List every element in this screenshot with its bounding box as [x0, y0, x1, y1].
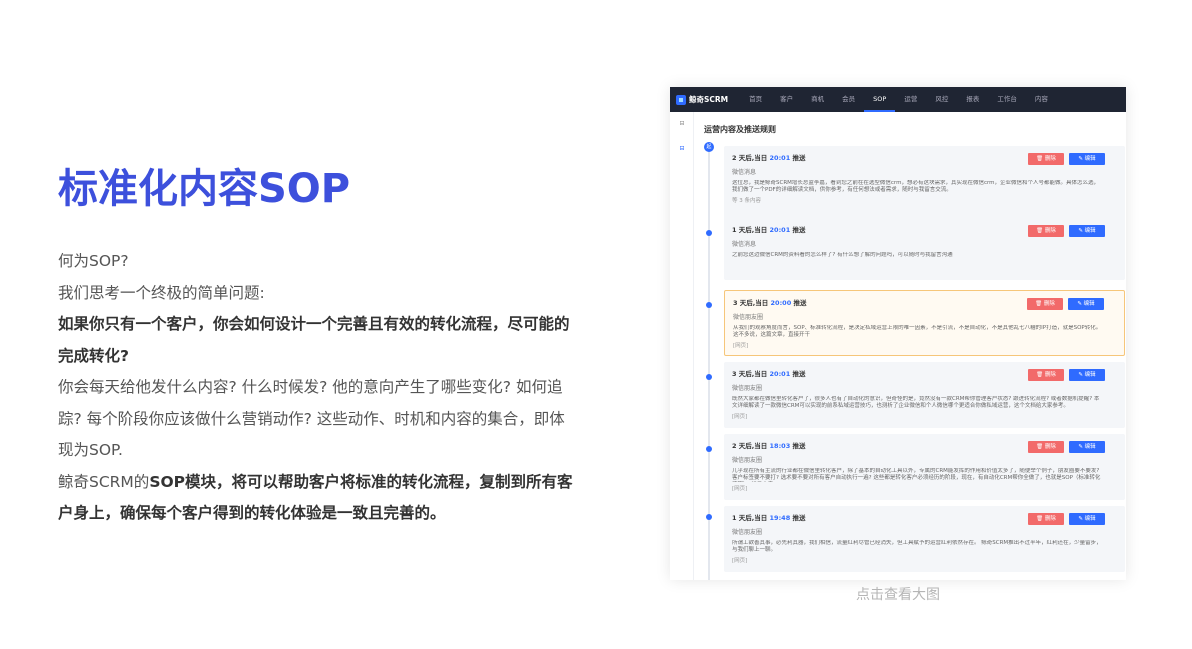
nav-item-members[interactable]: 会员: [833, 87, 864, 112]
card-message: 既然大家都在做信里转化客户了，很多人也有了自动化的意识，但奇怪的是，竟然没有一款…: [732, 396, 1100, 409]
list-icon-active[interactable]: ⊟: [678, 145, 686, 153]
card-action: 推送: [792, 514, 806, 522]
card-message: 这位总，我是鲸奇SCRM增长总监李嘉，看到您之前在在选型微信crm，想必有这块需…: [732, 180, 1099, 193]
hero-section: 标准化内容SOP 何为SOP? 我们思考一个终极的简单问题: 如果你只有一个客户…: [58, 162, 598, 530]
nav-item-operations[interactable]: 运营: [895, 87, 926, 112]
delete-button[interactable]: 🗑 删除: [1028, 153, 1064, 165]
edit-button[interactable]: ✎ 编辑: [1068, 298, 1104, 310]
timeline-start-icon: 起: [704, 142, 714, 152]
card-action: 推送: [792, 442, 806, 450]
nav-item-content[interactable]: 内容: [1026, 87, 1057, 112]
card-days: 1 天后,当日: [732, 514, 768, 522]
hero-line: 踪? 每个阶段你应该做什么营销动作? 这些动作、时机和内容的集合，即体: [58, 409, 565, 428]
card-channel: 微信消息: [732, 169, 757, 176]
edit-button[interactable]: ✎ 编辑: [1069, 153, 1105, 165]
hero-line: 我们思考一个终极的简单问题:: [58, 283, 265, 302]
card-days: 3 天后,当日: [732, 370, 768, 378]
hero-line-bold: SOP模块，将可以帮助客户将标准的转化流程，复制到所有客: [149, 472, 573, 491]
delete-button[interactable]: 🗑 删除: [1028, 369, 1064, 381]
timeline-dot: [706, 374, 712, 380]
card-action: 推送: [793, 299, 807, 307]
delete-button[interactable]: 🗑 删除: [1028, 225, 1064, 237]
card-days: 2 天后,当日: [732, 154, 768, 162]
hero-title: 标准化内容SOP: [58, 166, 351, 212]
card-channel: 微信消息: [732, 241, 757, 248]
card-channel: 微信朋友圈: [732, 385, 763, 392]
card-days: 1 天后,当日: [732, 226, 768, 234]
card-action: 推送: [792, 370, 806, 378]
card-message: 之前您这边微信CRM的资料看的怎么样了? 有什么想了解的问题吗，可以随时与我留言…: [732, 252, 953, 258]
hero-line: 如果你只有一个客户，你会如何设计一个完善且有效的转化流程，尽可能的: [58, 309, 598, 341]
card-message: 几乎现在所有主流的行业都在微信里转化客户，除了基本的自动化工具以外，专属的CRM…: [732, 468, 1101, 481]
nav-item-opportunities[interactable]: 商机: [802, 87, 833, 112]
card-message: 所谓工欲善其事，必先利其器，我们相信，流量红利尽管已经消失，但工具赋予的运营红利…: [732, 540, 1102, 553]
hero-line: 现为SOP.: [58, 441, 123, 459]
card-footer: [网页]: [733, 343, 749, 349]
hero-line: 何为SOP?: [58, 252, 129, 270]
logo-icon: [676, 94, 686, 105]
hero-line-bold: 户身上，确保每个客户得到的转化体验是一致且完善的。: [58, 504, 446, 522]
card-days: 2 天后,当日: [732, 442, 768, 450]
timeline-dot: [706, 230, 712, 236]
app-body: ⊟ ⊟ 运营内容及推送规则 起 2 天后,当日 20:01 推送 微信消息 这位…: [670, 112, 1126, 580]
card-footer: 等 3 条内容: [732, 198, 761, 204]
view-larger-link[interactable]: 点击查看大图: [670, 584, 1126, 604]
nav-item-home[interactable]: 首页: [740, 87, 771, 112]
card-time: 20:01: [769, 370, 791, 378]
card-footer: [网页]: [732, 414, 748, 420]
hero-line: 你会每天给他发什么内容? 什么时候发? 他的意向产生了哪些变化? 如何追: [58, 378, 563, 396]
hero-line-bold: 如果你只有一个客户，你会如何设计一个完善且有效的转化流程，尽可能的: [58, 315, 570, 333]
edit-button[interactable]: ✎ 编辑: [1069, 225, 1105, 237]
app-logo: 鲸奇SCRM: [676, 94, 728, 105]
sop-card: 1 天后,当日 20:01 推送 微信消息 之前您这边微信CRM的资料看的怎么样…: [724, 218, 1125, 280]
delete-button[interactable]: 🗑 删除: [1028, 513, 1064, 525]
timeline-dot: [706, 302, 712, 308]
card-channel: 微信朋友圈: [733, 314, 764, 321]
timeline-dot: [706, 514, 712, 520]
nav-item-customers[interactable]: 客户: [771, 87, 802, 112]
edit-button[interactable]: ✎ 编辑: [1069, 513, 1105, 525]
hero-line-bold: 完成转化?: [58, 346, 129, 365]
list-icon[interactable]: ⊟: [678, 120, 686, 128]
card-footer: [网页]: [732, 486, 748, 492]
card-days: 3 天后,当日: [733, 299, 769, 307]
logo-text: 鲸奇SCRM: [689, 95, 729, 104]
sop-card-selected: 3 天后,当日 20:00 推送 微信朋友圈 从我们的观察角度而言，SOP、标准…: [724, 290, 1125, 356]
sidebar: ⊟ ⊟: [670, 112, 694, 580]
card-time: 19:48: [769, 514, 791, 522]
sop-screenshot-preview[interactable]: 鲸奇SCRM 首页 客户 商机 会员 SOP 运营 风控 报表 工作台 内容 ⊟…: [670, 87, 1126, 580]
card-time: 20:00: [770, 299, 792, 307]
nav-item-risk[interactable]: 风控: [926, 87, 957, 112]
nav-item-workbench[interactable]: 工作台: [988, 87, 1026, 112]
card-time: 20:01: [769, 154, 791, 162]
nav-item-sop[interactable]: SOP: [864, 87, 896, 112]
sop-card: 2 天后,当日 18:03 推送 微信朋友圈 几乎现在所有主流的行业都在微信里转…: [724, 434, 1125, 500]
hero-line-plain: 鲸奇SCRM的: [58, 472, 150, 491]
edit-button[interactable]: ✎ 编辑: [1069, 369, 1105, 381]
hero-line: 鲸奇SCRM的SOP模块，将可以帮助客户将标准的转化流程，复制到所有客: [58, 467, 598, 499]
card-footer: [网页]: [732, 558, 748, 564]
card-channel: 微信朋友圈: [732, 457, 763, 464]
card-time: 18:03: [769, 442, 791, 450]
hero-line: 户身上，确保每个客户得到的转化体验是一致且完善的。: [58, 498, 598, 530]
hero-description: 何为SOP? 我们思考一个终极的简单问题: 如果你只有一个客户，你会如何设计一个…: [58, 246, 598, 530]
sop-card: 1 天后,当日 19:48 推送 微信朋友圈 所谓工欲善其事，必先利其器，我们相…: [724, 506, 1125, 572]
card-action: 推送: [792, 154, 806, 162]
hero-line: 完成转化?: [58, 341, 598, 373]
card-message: 从我们的观察角度而言，SOP、标准转化流程，是决定私域运营上限的唯一因素，不是引…: [733, 325, 1102, 338]
nav-item-reports[interactable]: 报表: [957, 87, 988, 112]
edit-button[interactable]: ✎ 编辑: [1069, 441, 1105, 453]
delete-button[interactable]: 🗑 删除: [1028, 441, 1064, 453]
timeline-dot: [706, 446, 712, 452]
card-channel: 微信朋友圈: [732, 529, 763, 536]
delete-button[interactable]: 🗑 删除: [1027, 298, 1063, 310]
card-action: 推送: [792, 226, 806, 234]
sop-card: 3 天后,当日 20:01 推送 微信朋友圈 既然大家都在做信里转化客户了，很多…: [724, 362, 1125, 428]
section-title: 运营内容及推送规则: [704, 125, 776, 134]
top-navbar: 鲸奇SCRM 首页 客户 商机 会员 SOP 运营 风控 报表 工作台 内容: [670, 87, 1126, 112]
card-time: 20:01: [769, 226, 791, 234]
